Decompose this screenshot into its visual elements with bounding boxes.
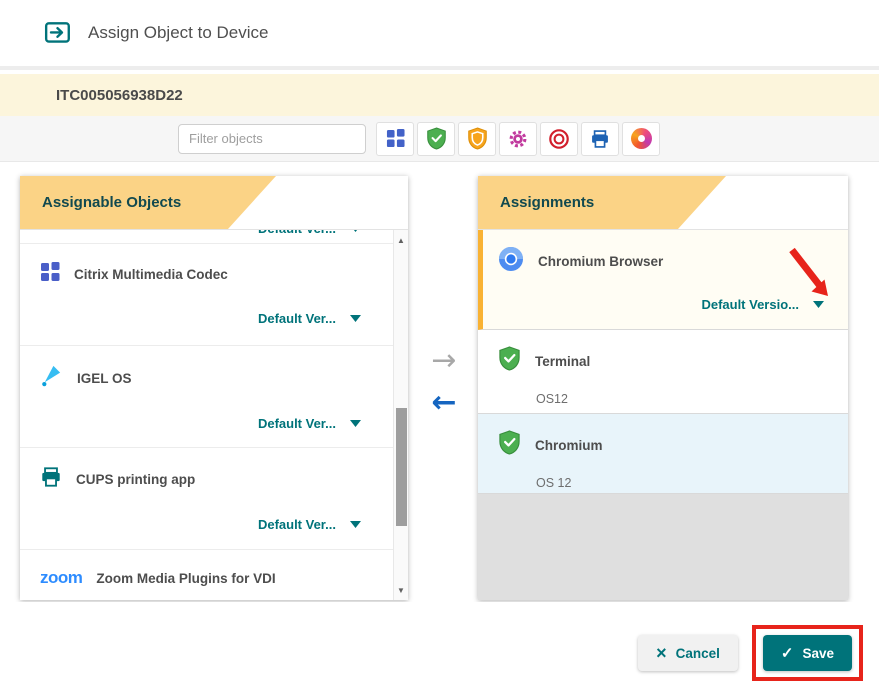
version-dropdown[interactable]: Default Versio... bbox=[498, 297, 832, 312]
citrix-grid-icon bbox=[40, 262, 60, 287]
scrollbar-thumb[interactable] bbox=[396, 408, 407, 526]
assignments-list: Chromium Browser Default Versio... Termi bbox=[478, 230, 848, 600]
cups-printer-icon bbox=[40, 466, 62, 493]
chevron-down-icon bbox=[813, 301, 824, 308]
filter-toolbar bbox=[0, 116, 879, 162]
profile-shield-green-icon[interactable] bbox=[417, 122, 455, 156]
assign-right-arrow-icon[interactable]: → bbox=[431, 346, 456, 376]
object-label: IGEL OS bbox=[77, 371, 132, 386]
assignments-panel: Assignments Chromium Browser bbox=[478, 176, 848, 600]
check-icon: ✓ bbox=[781, 646, 794, 661]
assignment-item-chromium-browser[interactable]: Chromium Browser Default Versio... bbox=[478, 230, 848, 330]
chevron-down-icon bbox=[350, 420, 361, 427]
panel-tab: Assignments bbox=[478, 176, 726, 229]
zoom-logo: zoom bbox=[40, 568, 82, 588]
assignable-objects-header: Assignable Objects bbox=[20, 176, 408, 230]
chevron-down-icon bbox=[350, 230, 361, 232]
profile-shield-green-icon bbox=[498, 430, 521, 460]
object-label: Zoom Media Plugins for VDI bbox=[96, 571, 275, 586]
panel-title: Assignments bbox=[500, 194, 594, 211]
assign-device-icon bbox=[44, 20, 72, 46]
object-label: Chromium Browser bbox=[538, 254, 663, 269]
assignment-item-terminal[interactable]: Terminal OS12 bbox=[478, 330, 848, 414]
os-version-label: OS12 bbox=[536, 392, 832, 406]
transfer-arrows: → ← bbox=[416, 346, 472, 418]
version-dropdown[interactable]: Default Ver... bbox=[40, 517, 379, 532]
save-button[interactable]: ✓ Save bbox=[763, 635, 852, 671]
scroll-up-icon[interactable]: ▲ bbox=[394, 232, 408, 248]
annotation-save-highlight: ✓ Save bbox=[752, 625, 863, 681]
browser-swirl-icon[interactable] bbox=[622, 122, 660, 156]
igel-os-icon bbox=[40, 364, 63, 392]
assign-object-dialog: Assign Object to Device ITC005056938D22 bbox=[0, 0, 879, 690]
exclusion-rings-red-icon[interactable] bbox=[540, 122, 578, 156]
filter-objects-input[interactable] bbox=[178, 124, 366, 154]
object-label: CUPS printing app bbox=[76, 472, 195, 487]
object-label: Chromium bbox=[535, 438, 603, 453]
version-dropdown[interactable]: Default Ver... bbox=[40, 311, 379, 326]
panel-title: Assignable Objects bbox=[42, 194, 181, 211]
list-item-partial[interactable]: Default Ver... bbox=[20, 230, 393, 244]
object-type-filters bbox=[376, 122, 660, 156]
list-item-igel-os[interactable]: IGEL OS Default Ver... bbox=[20, 346, 393, 448]
assignable-objects-panel: Assignable Objects Default Ver... bbox=[20, 176, 408, 600]
version-dropdown[interactable]: Default Ver... bbox=[40, 416, 379, 431]
assignment-item-chromium[interactable]: Chromium OS 12 bbox=[478, 414, 848, 494]
chevron-down-icon bbox=[350, 521, 361, 528]
chevron-down-icon bbox=[350, 315, 361, 322]
dialog-header: Assign Object to Device bbox=[0, 0, 879, 70]
device-id: ITC005056938D22 bbox=[56, 87, 183, 104]
version-dropdown[interactable]: Default Ver... bbox=[40, 230, 379, 236]
object-label: Terminal bbox=[535, 354, 590, 369]
list-item-citrix-multimedia-codec[interactable]: Citrix Multimedia Codec Default Ver... bbox=[20, 244, 393, 346]
chromium-browser-icon bbox=[498, 246, 524, 277]
scroll-down-icon[interactable]: ▼ bbox=[394, 582, 408, 598]
printer-blue-icon[interactable] bbox=[581, 122, 619, 156]
unassign-left-arrow-icon[interactable]: ← bbox=[431, 388, 456, 418]
master-profile-shield-orange-icon[interactable] bbox=[458, 122, 496, 156]
list-item-cups-printing-app[interactable]: CUPS printing app Default Ver... bbox=[20, 448, 393, 550]
object-label: Citrix Multimedia Codec bbox=[74, 267, 228, 282]
close-icon: × bbox=[656, 644, 667, 662]
dialog-title: Assign Object to Device bbox=[88, 23, 268, 43]
firmware-customization-gear-icon[interactable] bbox=[499, 122, 537, 156]
dialog-footer: × Cancel ✓ Save bbox=[0, 602, 879, 690]
panel-tab: Assignable Objects bbox=[20, 176, 276, 229]
cancel-button[interactable]: × Cancel bbox=[638, 635, 738, 671]
apps-grid-icon[interactable] bbox=[376, 122, 414, 156]
os-version-label: OS 12 bbox=[536, 476, 832, 490]
scrollbar[interactable]: ▲ ▼ bbox=[393, 230, 408, 600]
list-item-zoom-media-plugins[interactable]: zoom Zoom Media Plugins for VDI bbox=[20, 550, 393, 600]
assignable-objects-list: Default Ver... Citrix Multimedia Codec bbox=[20, 230, 408, 600]
profile-shield-green-icon bbox=[498, 346, 521, 376]
assignments-header: Assignments bbox=[478, 176, 848, 230]
device-id-bar: ITC005056938D22 bbox=[0, 74, 879, 116]
